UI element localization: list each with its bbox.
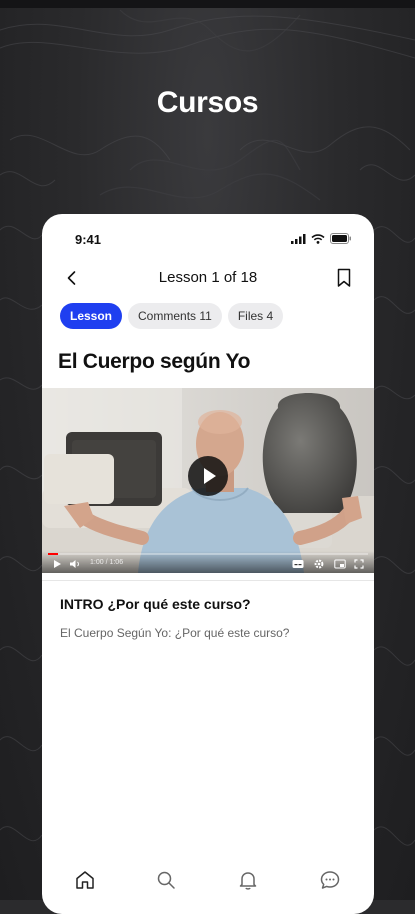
intro-description: El Cuerpo Según Yo: ¿Por qué este curso? [60, 626, 290, 640]
nav-notifications[interactable] [236, 868, 260, 892]
video-progress-track[interactable] [48, 553, 368, 555]
video-controls: 1:00 / 1:06 [42, 551, 374, 573]
intro-title: INTRO ¿Por qué este curso? [60, 596, 251, 612]
settings-icon[interactable] [314, 559, 324, 569]
lesson-header: Lesson 1 of 18 [42, 264, 374, 292]
chevron-left-icon [67, 271, 76, 285]
lesson-tabs: Lesson Comments 11 Files 4 [60, 303, 284, 329]
lesson-counter: Lesson 1 of 18 [158, 269, 258, 286]
bell-icon [239, 872, 257, 890]
phone-mockup: 9:41 Lesson 1 of 18 Lesson Comments 11 F… [42, 214, 374, 914]
chat-icon [320, 871, 340, 889]
status-time: 9:41 [75, 232, 102, 247]
play-icon[interactable] [52, 559, 62, 569]
nav-search[interactable] [154, 868, 178, 892]
subtitles-icon[interactable] [292, 559, 304, 569]
nav-home[interactable] [73, 868, 97, 892]
promo-headline: Cursos [156, 86, 259, 119]
tab-files[interactable]: Files 4 [227, 303, 284, 329]
fullscreen-icon[interactable] [354, 559, 364, 569]
play-icon [204, 468, 216, 484]
tab-lesson[interactable]: Lesson [60, 303, 123, 329]
volume-icon[interactable] [69, 559, 81, 569]
video-time: 1:00 / 1:06 [90, 559, 124, 566]
battery-icon [330, 233, 351, 244]
bottom-navigation [42, 862, 374, 902]
video-player[interactable]: 1:00 / 1:06 [42, 388, 374, 573]
tab-comments[interactable]: Comments 11 [128, 303, 222, 329]
search-icon [157, 871, 175, 889]
video-progress-fill [48, 553, 58, 555]
nav-messages[interactable] [318, 868, 342, 892]
wifi-icon [311, 233, 325, 244]
back-button[interactable] [62, 268, 82, 288]
bookmark-button[interactable] [334, 267, 354, 289]
top-strip [0, 0, 415, 8]
lesson-title: El Cuerpo según Yo [58, 350, 251, 373]
status-icons [291, 233, 352, 244]
miniplayer-icon[interactable] [334, 559, 346, 569]
play-button[interactable] [188, 456, 228, 496]
home-icon [76, 871, 94, 889]
bookmark-icon [337, 268, 351, 287]
status-bar: 9:41 [42, 214, 374, 264]
signal-icon [291, 233, 306, 244]
intro-section[interactable]: INTRO ¿Por qué este curso? El Cuerpo Seg… [42, 580, 374, 640]
